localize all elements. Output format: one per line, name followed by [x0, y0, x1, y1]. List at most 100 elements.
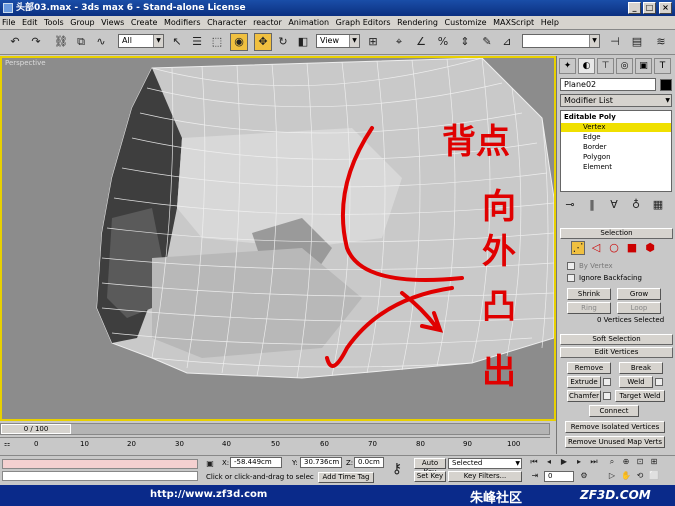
maxscript-listener-top[interactable] [2, 459, 198, 469]
stack-item-element[interactable]: Element [583, 163, 612, 172]
lock-selection-icon[interactable]: ▣ [204, 458, 216, 470]
play-icon[interactable]: ▶ [558, 456, 570, 468]
y-coordinate-field[interactable]: 30.736cm [300, 457, 342, 468]
menu-group[interactable]: Group [68, 16, 96, 29]
bind-spacewarp-icon[interactable]: ∿ [92, 33, 110, 51]
pivot-center-icon[interactable]: ⊞ [364, 33, 382, 51]
loop-button[interactable]: Loop [617, 302, 661, 314]
window-crossing-icon[interactable]: ◉ [230, 33, 248, 51]
pin-stack-icon[interactable]: ⊸ [561, 196, 579, 214]
object-name-input[interactable]: Plane02 [560, 78, 656, 91]
link-icon[interactable]: ⛓ [52, 33, 70, 51]
next-frame-icon[interactable]: ▸ [573, 456, 585, 468]
soft-selection-rollout-header[interactable]: Soft Selection [560, 334, 673, 345]
element-mode-icon[interactable]: ⬢ [643, 241, 657, 255]
menu-modifiers[interactable]: Modifiers [162, 16, 203, 29]
perspective-viewport[interactable]: 背点 向 外 凸 出 Perspective [0, 56, 556, 421]
menu-character[interactable]: Character [205, 16, 249, 29]
display-tab-icon[interactable]: ▣ [635, 58, 652, 74]
menu-edit[interactable]: Edit [20, 16, 40, 29]
spinner-snap-icon[interactable]: ⇕ [456, 33, 474, 51]
z-coordinate-field[interactable]: 0.0cm [354, 457, 384, 468]
by-vertex-checkbox[interactable] [567, 262, 575, 270]
redo-icon[interactable]: ↷ [27, 33, 45, 51]
key-mode-toggle-icon[interactable]: ⇥ [530, 470, 540, 482]
goto-end-icon[interactable]: ⏭ [588, 456, 600, 468]
pan-icon[interactable]: ✋ [620, 470, 632, 482]
chamfer-button[interactable]: Chamfer [567, 390, 601, 402]
minimize-button[interactable]: _ [628, 2, 641, 14]
timeline-config-icon[interactable]: ⚏ [4, 440, 10, 449]
menu-rendering[interactable]: Rendering [395, 16, 440, 29]
extrude-button[interactable]: Extrude [567, 376, 601, 388]
object-color-swatch[interactable] [660, 79, 672, 91]
percent-snap-icon[interactable]: % [434, 33, 452, 51]
border-mode-icon[interactable]: ○ [607, 241, 621, 255]
x-coordinate-field[interactable]: -58.449cm [230, 457, 282, 468]
utilities-tab-icon[interactable]: T [654, 58, 671, 74]
goto-start-icon[interactable]: ⏮ [528, 456, 540, 468]
create-tab-icon[interactable]: ✦ [559, 58, 576, 74]
field-of-view-icon[interactable]: ▷ [606, 470, 618, 482]
snap-icon[interactable]: ⌖ [390, 33, 408, 51]
angle-snap-icon[interactable]: ∠ [412, 33, 430, 51]
named-selection-sets-dropdown[interactable]: ▼ [522, 34, 600, 48]
select-object-icon[interactable]: ↖ [168, 33, 186, 51]
edit-vertices-rollout-header[interactable]: Edit Vertices [560, 347, 673, 358]
current-frame-field[interactable]: 0 [544, 471, 574, 482]
selection-filter-dropdown[interactable]: All ▼ [118, 34, 164, 48]
maxscript-listener-bottom[interactable] [2, 471, 198, 481]
stack-item-edge[interactable]: Edge [583, 133, 601, 142]
remove-modifier-icon[interactable]: ♁ [627, 196, 645, 214]
connect-button[interactable]: Connect [589, 405, 639, 417]
maximize-button[interactable]: □ [643, 2, 656, 14]
menu-file[interactable]: File [0, 16, 17, 29]
show-end-result-icon[interactable]: ‖ [583, 196, 601, 214]
remove-button[interactable]: Remove [567, 362, 611, 374]
ignore-backfacing-checkbox[interactable] [567, 274, 575, 282]
key-mode-dropdown[interactable]: Selected ▼ [448, 458, 522, 469]
zoom-all-icon[interactable]: ⊕ [620, 456, 632, 468]
selection-rollout-header[interactable]: Selection [560, 228, 673, 239]
vertex-mode-icon[interactable]: ⋰ [571, 241, 585, 255]
time-slider-track[interactable]: 0 / 100 [0, 423, 550, 435]
align-icon[interactable]: ⊣ [606, 33, 624, 51]
undo-icon[interactable]: ↶ [6, 33, 24, 51]
motion-tab-icon[interactable]: ◎ [616, 58, 633, 74]
modify-tab-icon[interactable]: ◐ [578, 58, 595, 74]
curve-editor-icon[interactable]: ≋ [652, 33, 670, 51]
time-slider-thumb[interactable]: 0 / 100 [1, 424, 71, 434]
edge-mode-icon[interactable]: ◁ [589, 241, 603, 255]
zoom-icon[interactable]: ⌕ [606, 456, 618, 468]
stack-item-border[interactable]: Border [583, 143, 606, 152]
stack-item-editable-poly[interactable]: Editable Poly [564, 113, 616, 122]
menu-animation[interactable]: Animation [286, 16, 331, 29]
hierarchy-tab-icon[interactable]: ⊤ [597, 58, 614, 74]
add-time-tag-button[interactable]: Add Time Tag [318, 472, 374, 483]
grow-button[interactable]: Grow [617, 288, 661, 300]
weld-settings-icon[interactable] [655, 378, 663, 386]
menu-graph-editors[interactable]: Graph Editors [334, 16, 393, 29]
previous-frame-icon[interactable]: ◂ [543, 456, 555, 468]
region-select-icon[interactable]: ⬚ [208, 33, 226, 51]
auto-key-button[interactable]: Auto Key [414, 458, 446, 476]
modifier-list-dropdown[interactable]: Modifier List ▼ [560, 94, 672, 107]
target-weld-button[interactable]: Target Weld [615, 390, 665, 402]
menu-tools[interactable]: Tools [42, 16, 66, 29]
set-key-button[interactable]: Set Key [414, 471, 446, 482]
mirror-icon[interactable]: ⊿ [498, 33, 516, 51]
chamfer-settings-icon[interactable] [603, 392, 611, 400]
move-icon[interactable]: ✥ [254, 33, 272, 51]
menu-help[interactable]: Help [539, 16, 561, 29]
menu-create[interactable]: Create [129, 16, 160, 29]
rotate-icon[interactable]: ↻ [274, 33, 292, 51]
shrink-button[interactable]: Shrink [567, 288, 611, 300]
stack-item-vertex[interactable]: Vertex [561, 123, 671, 132]
zoom-extents-all-icon[interactable]: ⊞ [648, 456, 660, 468]
arc-rotate-icon[interactable]: ⟲ [634, 470, 646, 482]
make-unique-icon[interactable]: ∀ [605, 196, 623, 214]
break-button[interactable]: Break [619, 362, 663, 374]
menu-reactor[interactable]: reactor [251, 16, 284, 29]
menu-maxscript[interactable]: MAXScript [491, 16, 536, 29]
reference-coordinate-dropdown[interactable]: View ▼ [316, 34, 360, 48]
